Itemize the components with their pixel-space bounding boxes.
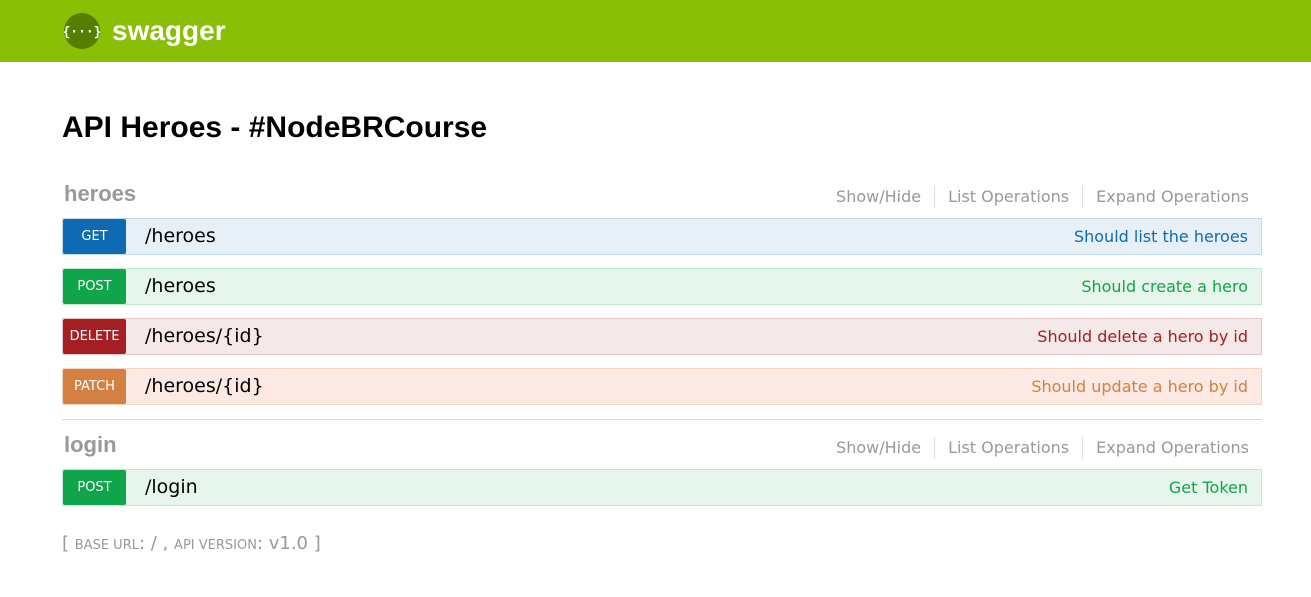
resource-options: Show/Hide List Operations Expand Operati… <box>823 186 1262 208</box>
operation-path[interactable]: /heroes <box>145 269 216 304</box>
resource-name-heroes[interactable]: heroes <box>64 180 136 208</box>
resource-heading: heroes Show/Hide List Operations Expand … <box>62 180 1262 218</box>
operation-summary[interactable]: Should list the heroes <box>1074 219 1248 254</box>
api-info-footer: [ base url: / , api version: v1.0 ] <box>62 533 321 554</box>
operation-path[interactable]: /heroes/{id} <box>145 369 264 404</box>
method-badge-post[interactable]: POST <box>63 470 126 505</box>
swagger-logo-link[interactable]: {···} swagger <box>64 13 226 49</box>
expand-operations-link[interactable]: Expand Operations <box>1083 437 1262 459</box>
operation-summary[interactable]: Should create a hero <box>1081 269 1248 304</box>
brand-name: swagger <box>112 15 226 46</box>
operation-patch-hero[interactable]: PATCH /heroes/{id} Should update a hero … <box>62 368 1262 405</box>
top-bar: {···} swagger <box>0 0 1311 62</box>
show-hide-link[interactable]: Show/Hide <box>823 437 934 459</box>
list-operations-link[interactable]: List Operations <box>935 437 1082 459</box>
operation-get-heroes[interactable]: GET /heroes Should list the heroes <box>62 218 1262 255</box>
resource-heading: login Show/Hide List Operations Expand O… <box>62 431 1262 469</box>
expand-operations-link[interactable]: Expand Operations <box>1083 186 1262 208</box>
operation-post-login[interactable]: POST /login Get Token <box>62 469 1262 506</box>
resource-name-login[interactable]: login <box>64 431 117 459</box>
close-bracket: ] <box>313 533 321 554</box>
svg-text:{···}: {···} <box>64 25 100 40</box>
operation-delete-hero[interactable]: DELETE /heroes/{id} Should delete a hero… <box>62 318 1262 355</box>
api-title: API Heroes - #NodeBRCourse <box>62 111 488 144</box>
method-badge-get[interactable]: GET <box>63 219 126 254</box>
list-operations-link[interactable]: List Operations <box>935 186 1082 208</box>
api-version-label: api version <box>174 538 257 553</box>
base-url-label: base url <box>74 538 139 553</box>
resource-divider <box>62 419 1262 420</box>
method-badge-patch[interactable]: PATCH <box>63 369 126 404</box>
operation-post-heroes[interactable]: POST /heroes Should create a hero <box>62 268 1262 305</box>
resource-login: login Show/Hide List Operations Expand O… <box>62 431 1262 519</box>
swagger-braces-icon: {···} <box>64 13 100 49</box>
api-version-value: v1.0 <box>268 533 309 554</box>
separator: , <box>162 533 169 554</box>
show-hide-link[interactable]: Show/Hide <box>823 186 934 208</box>
operation-summary[interactable]: Should update a hero by id <box>1031 369 1248 404</box>
operation-path[interactable]: /login <box>145 470 198 505</box>
operation-summary[interactable]: Get Token <box>1169 470 1248 505</box>
method-badge-post[interactable]: POST <box>63 269 126 304</box>
operation-summary[interactable]: Should delete a hero by id <box>1037 319 1248 354</box>
base-url-value: / <box>150 533 157 554</box>
resource-heroes: heroes Show/Hide List Operations Expand … <box>62 180 1262 418</box>
operation-path[interactable]: /heroes <box>145 219 216 254</box>
operation-path[interactable]: /heroes/{id} <box>145 319 264 354</box>
method-badge-delete[interactable]: DELETE <box>63 319 126 354</box>
open-bracket: [ <box>62 533 70 554</box>
resource-options: Show/Hide List Operations Expand Operati… <box>823 437 1262 459</box>
